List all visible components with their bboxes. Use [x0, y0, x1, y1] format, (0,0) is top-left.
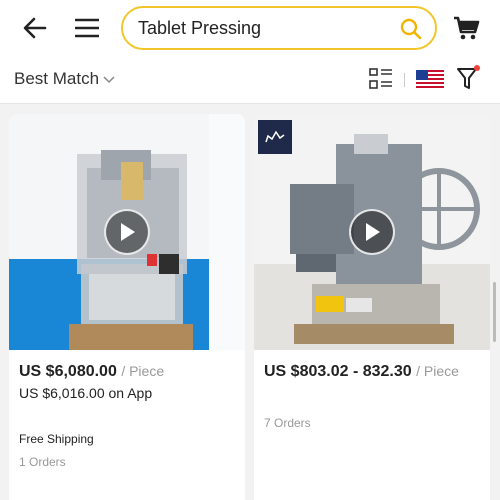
top-bar: Tablet Pressing: [0, 0, 500, 58]
product-price: US $6,080.00: [19, 363, 117, 380]
product-card[interactable]: US $803.02 - 832.30 / Piece 7 Orders: [254, 114, 490, 500]
shipping-info: Free Shipping: [19, 432, 94, 446]
us-flag-icon[interactable]: [416, 70, 444, 88]
price-row: US $6,080.00 / Piece: [19, 363, 164, 381]
play-icon: [366, 223, 380, 241]
order-count: 7 Orders: [264, 416, 311, 430]
product-price: US $803.02 - 832.30: [264, 363, 412, 380]
list-view-icon[interactable]: [368, 66, 394, 92]
play-video-button[interactable]: [104, 209, 150, 255]
arrow-left-icon: [23, 17, 47, 39]
hamburger-icon: [75, 18, 99, 38]
cart-button[interactable]: [450, 12, 482, 44]
toolbar-divider: [404, 73, 405, 87]
order-count: 1 Orders: [19, 455, 66, 469]
play-icon: [121, 223, 135, 241]
price-unit: / Piece: [416, 363, 459, 379]
play-video-button[interactable]: [349, 209, 395, 255]
scrollbar[interactable]: [493, 282, 496, 342]
price-unit: / Piece: [121, 363, 165, 379]
product-grid: US $6,080.00 / Piece US $6,016.00 on App…: [0, 104, 500, 500]
search-icon[interactable]: [399, 17, 423, 41]
chevron-down-icon: [103, 76, 115, 84]
menu-button[interactable]: [70, 12, 104, 44]
filter-icon: [457, 65, 480, 89]
price-row: US $803.02 - 832.30 / Piece: [264, 363, 459, 381]
sort-dropdown[interactable]: Best Match: [14, 69, 115, 89]
search-bar[interactable]: Tablet Pressing: [121, 6, 437, 50]
filter-button[interactable]: [455, 64, 483, 92]
search-input[interactable]: Tablet Pressing: [138, 18, 261, 39]
back-button[interactable]: [18, 12, 52, 44]
product-card[interactable]: US $6,080.00 / Piece US $6,016.00 on App…: [9, 114, 245, 500]
app-price: US $6,016.00 on App: [19, 385, 153, 401]
sort-label: Best Match: [14, 69, 100, 88]
cart-icon: [454, 16, 480, 40]
sort-filter-bar: Best Match: [0, 58, 500, 104]
